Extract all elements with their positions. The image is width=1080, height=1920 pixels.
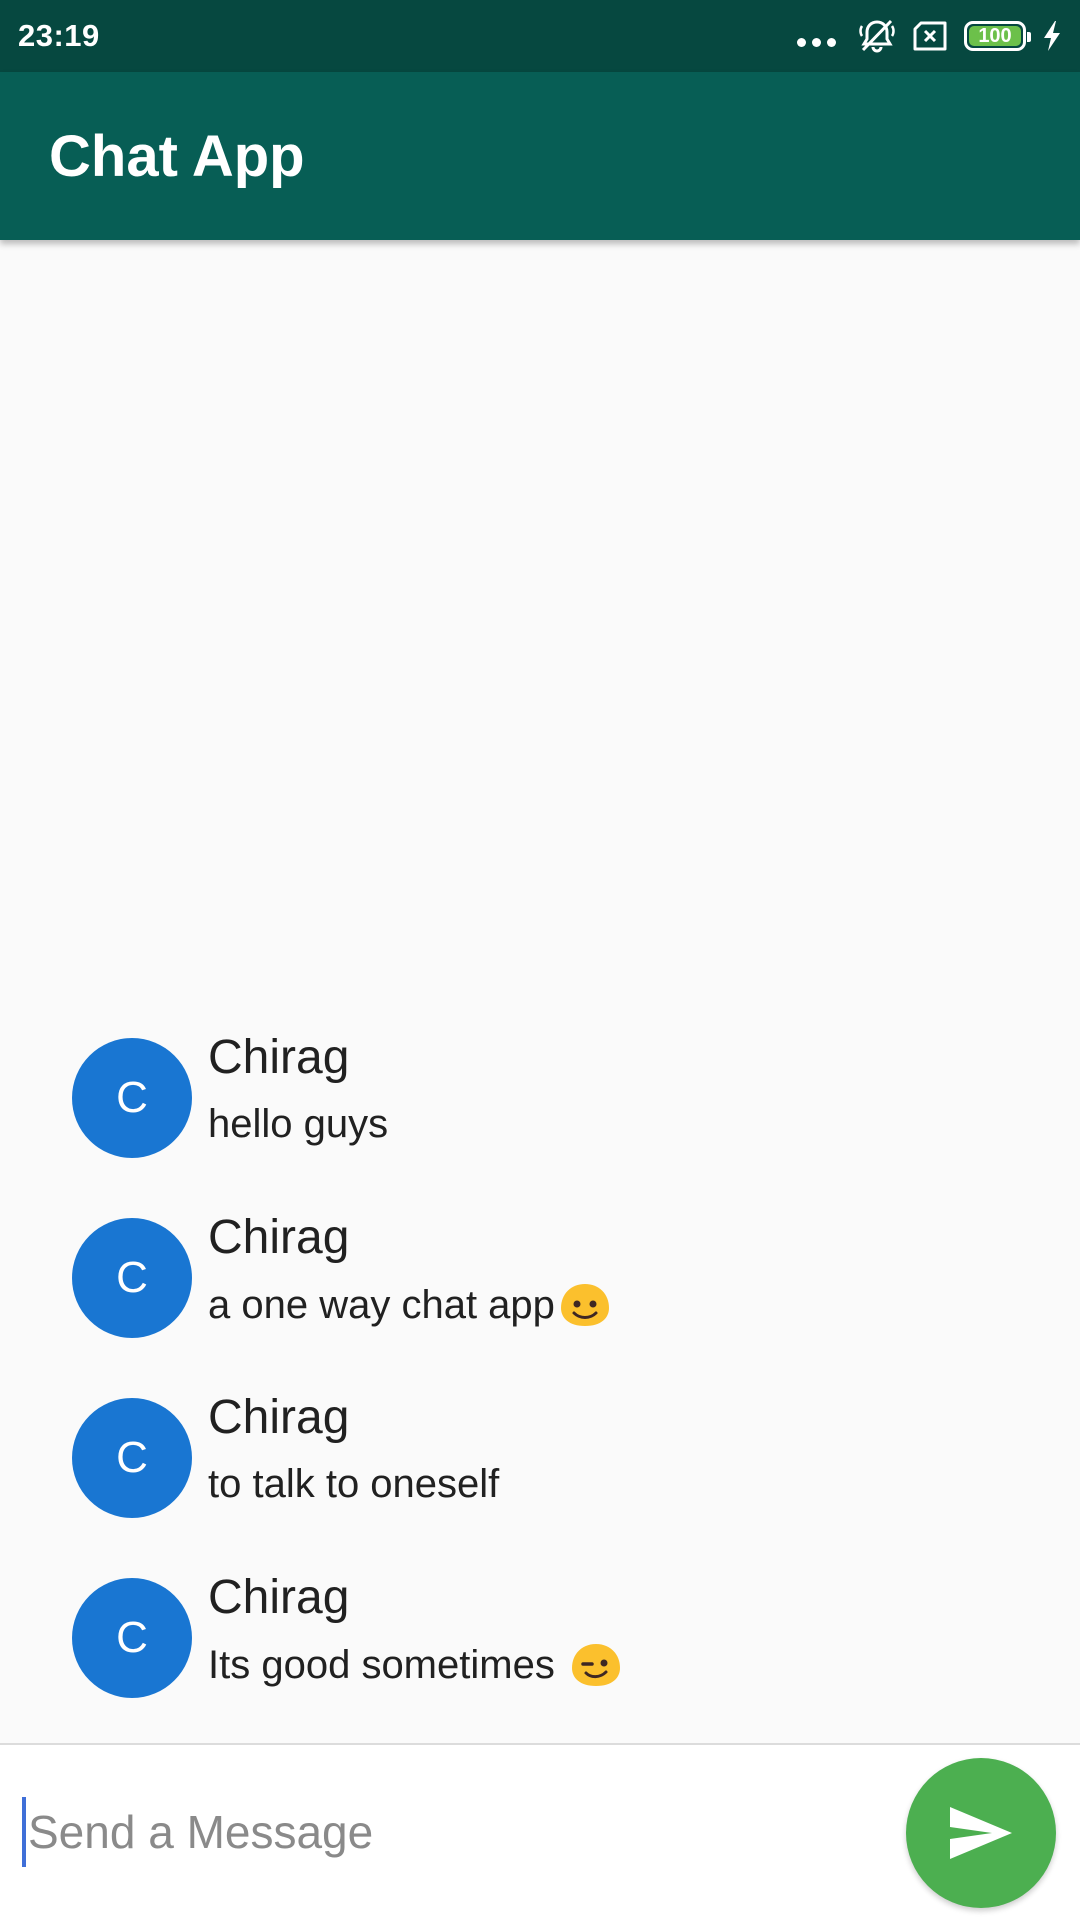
avatar: C xyxy=(72,1218,192,1338)
sim-error-icon xyxy=(913,21,947,51)
charging-bolt-icon xyxy=(1044,21,1060,51)
message-text-row: a one way chat app xyxy=(208,1282,611,1328)
status-bar: 23:19 100 xyxy=(0,0,1080,72)
slightly-smiling-face-icon xyxy=(560,1284,609,1326)
message-sender: Chirag xyxy=(208,1211,350,1264)
notifications-off-icon xyxy=(859,19,895,53)
avatar: C xyxy=(72,1578,192,1698)
message-input[interactable] xyxy=(22,1797,882,1867)
message-text-row: to talk to oneself xyxy=(208,1462,499,1507)
message-sender: Chirag xyxy=(208,1391,350,1444)
message-item: C Chirag hello guys xyxy=(0,1030,1080,1170)
message-item: C Chirag to talk to oneself xyxy=(0,1390,1080,1530)
status-time: 23:19 xyxy=(18,18,100,53)
message-text: a one way chat app xyxy=(208,1282,555,1327)
message-item: C Chirag Its good sometimes xyxy=(0,1570,1080,1710)
message-text: to talk to oneself xyxy=(208,1462,500,1506)
message-list[interactable]: C Chirag hello guys C Chirag a one way c… xyxy=(0,240,1080,1743)
send-button[interactable] xyxy=(906,1758,1056,1908)
app-title: Chat App xyxy=(49,123,305,189)
battery-icon: 100 xyxy=(964,21,1031,51)
status-icons: 100 xyxy=(797,18,1062,54)
more-dots-icon xyxy=(797,26,836,47)
message-sender: Chirag xyxy=(208,1571,350,1624)
battery-level: 100 xyxy=(978,24,1012,47)
app-bar: Chat App xyxy=(0,72,1080,240)
message-text: Its good sometimes xyxy=(208,1642,566,1687)
message-text-row: Its good sometimes xyxy=(208,1642,622,1688)
message-item: C Chirag a one way chat app xyxy=(0,1210,1080,1350)
message-text: hello guys xyxy=(208,1102,389,1146)
message-text-row: hello guys xyxy=(208,1102,388,1147)
message-sender: Chirag xyxy=(208,1031,350,1084)
winking-face-icon xyxy=(571,1644,620,1686)
avatar: C xyxy=(72,1398,192,1518)
send-icon xyxy=(950,1807,1012,1859)
avatar: C xyxy=(72,1038,192,1158)
